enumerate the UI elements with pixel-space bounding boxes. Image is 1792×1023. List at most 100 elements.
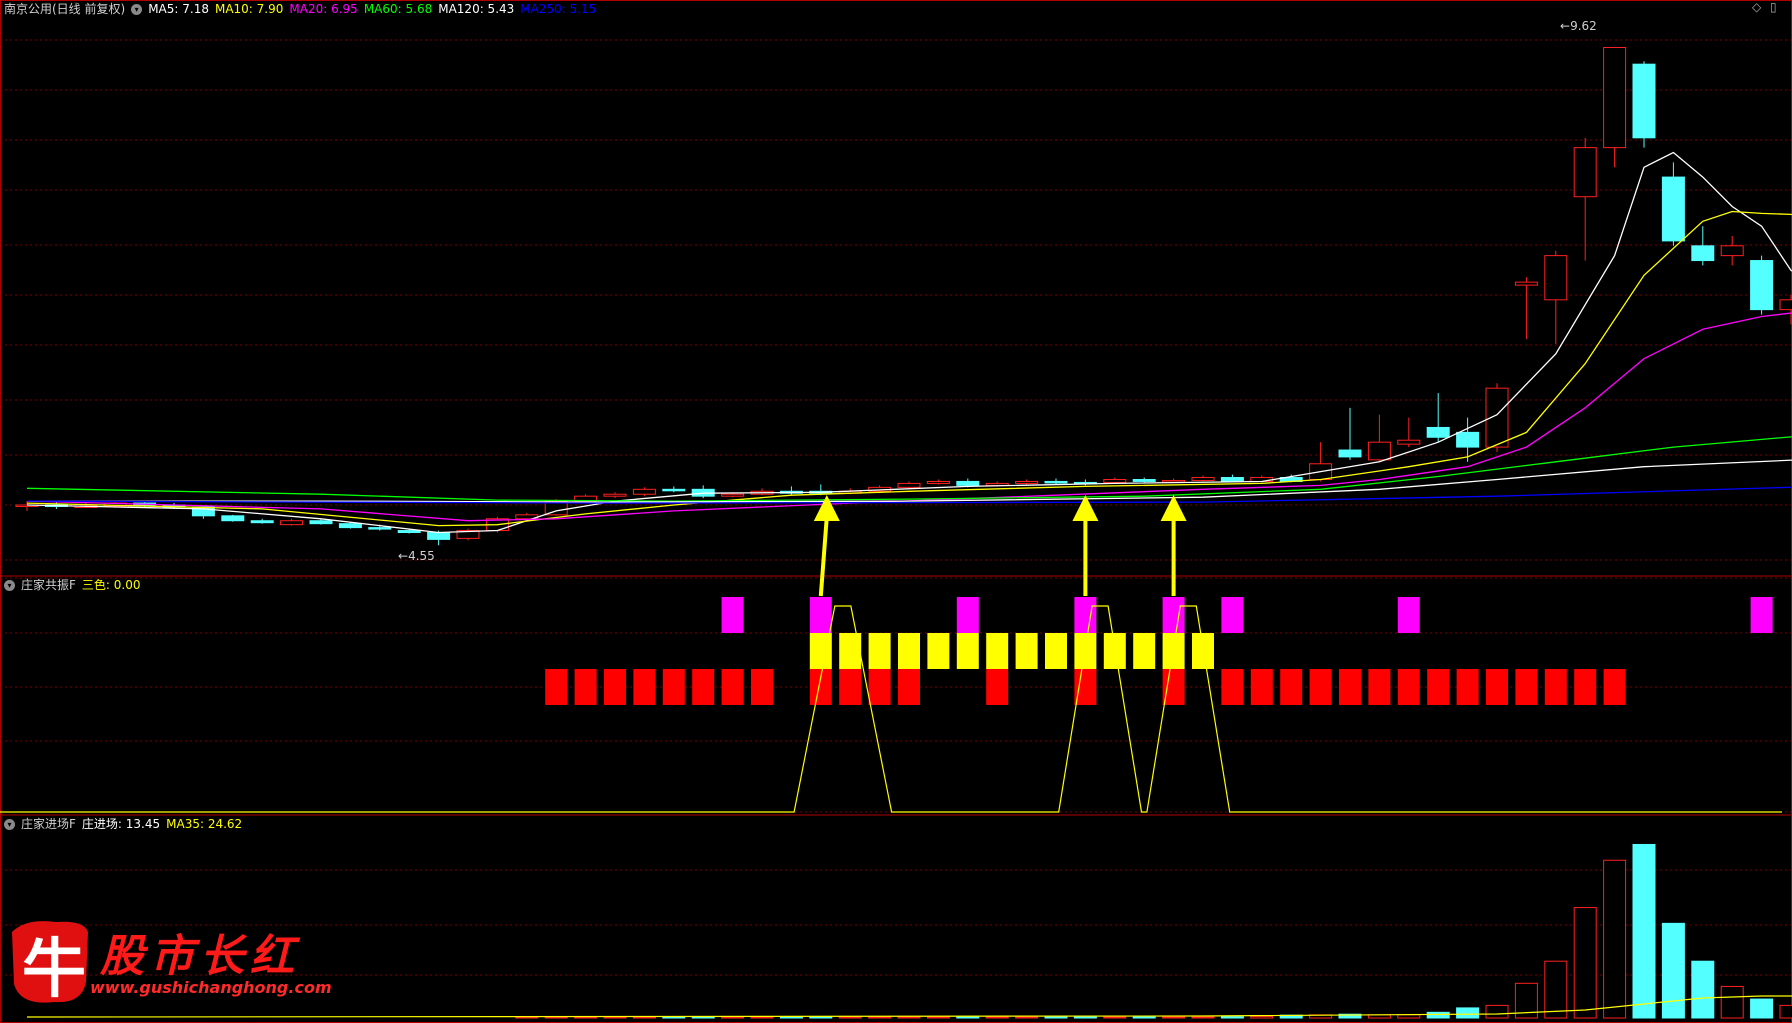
signal-bar-magenta [956, 597, 979, 633]
candle-body [1514, 281, 1538, 286]
signal-bar-red [1368, 669, 1391, 705]
chevron-down-icon[interactable]: ▾ [131, 3, 143, 15]
volume-bar [662, 1016, 686, 1019]
signal-bar-red [1456, 669, 1479, 705]
candle-body [1661, 176, 1685, 242]
chevron-down-icon[interactable]: ▾ [4, 579, 15, 591]
candle-body [1367, 441, 1391, 461]
volume-bar [1073, 1016, 1097, 1019]
volume-panel-header: ▾ 庄家进场F 庄进场: 13.45 MA35: 24.62 [4, 816, 242, 832]
signal-panel [0, 597, 1782, 813]
signal-bar-red [868, 669, 891, 705]
signal-bar-red [1486, 669, 1508, 705]
candle-body [250, 520, 274, 524]
volume-bar [721, 1016, 745, 1019]
signal-arrows [813, 495, 1187, 597]
volume-bar [1485, 1004, 1509, 1019]
candle-body [1779, 299, 1792, 311]
volume-bar [985, 1016, 1009, 1019]
window-icon[interactable]: ▯ [1770, 0, 1777, 14]
ma-line-ma5 [26, 151, 1792, 534]
signal-bar-red [662, 669, 685, 705]
candle-body [1338, 449, 1362, 458]
signal-arrow [818, 516, 829, 597]
signal-bar-red [1250, 669, 1273, 705]
volume-bar [1015, 1016, 1039, 1019]
signal-bar-red [604, 669, 626, 705]
candle-body [1044, 480, 1068, 484]
signal-bar-red [633, 669, 656, 705]
volume-bar [1132, 1016, 1156, 1019]
signal-bar-magenta [1221, 597, 1244, 633]
candle-body [1397, 439, 1421, 445]
signal-bar-red [1515, 669, 1538, 705]
signal-bar-red [898, 669, 920, 705]
signal-arrow-head [813, 495, 840, 521]
signal-bar-red [545, 669, 568, 705]
volume-bar [1779, 1004, 1792, 1019]
candle-body [1632, 63, 1656, 139]
candle-body [1603, 46, 1627, 149]
volume-bar [1544, 960, 1568, 1019]
candle-body [368, 527, 392, 530]
legend-item: MA10: 7.90 [214, 2, 284, 16]
legend-item: MA60: 5.68 [363, 2, 433, 16]
candle-body [338, 523, 362, 529]
volume-bar [926, 1016, 950, 1019]
chart-canvas [0, 0, 1792, 1023]
candle-body [397, 530, 421, 534]
legend-item: 庄进场: 13.45 [81, 817, 161, 831]
moving-average-lines [26, 151, 1792, 534]
legend-item: MA250: 5.15 [520, 2, 597, 16]
volume-bar [750, 1016, 774, 1019]
signal-bar-red [1309, 669, 1332, 705]
candle-body [1220, 477, 1244, 482]
candle-body [926, 480, 950, 484]
signal-bar-yellow [927, 633, 950, 669]
signal-bar-red [1574, 669, 1597, 705]
signal-panel-title: 庄家共振F [21, 578, 76, 592]
low-price-label: ←4.55 [398, 549, 435, 563]
candle-body [1691, 245, 1715, 262]
candle-body [721, 493, 745, 497]
signal-bar-magenta [1074, 597, 1097, 633]
signal-panel-header: ▾ 庄家共振F 三色: 0.00 [4, 577, 140, 593]
volume-bar [1044, 1016, 1068, 1019]
volume-bar [1191, 1016, 1215, 1019]
signal-bar-yellow [986, 633, 1009, 669]
signal-bar-yellow [1045, 633, 1067, 669]
high-price-label: ←9.62 [1560, 19, 1597, 33]
volume-bar [1573, 907, 1597, 1019]
legend-item: MA5: 7.18 [148, 2, 209, 16]
volume-bar [1103, 1016, 1127, 1019]
volume-bar [897, 1016, 921, 1019]
candle-body [897, 482, 921, 488]
signal-bar-red [1544, 669, 1567, 705]
diamond-icon[interactable]: ◇ [1752, 0, 1761, 14]
signal-bar-red [1162, 669, 1185, 705]
logo-name: 股市长红 [100, 931, 300, 982]
signal-bar-red [1074, 669, 1097, 705]
signal-bar-red [1221, 669, 1244, 705]
volume-bar [544, 1016, 568, 1019]
candle-body [280, 520, 304, 526]
signal-bar-red [1280, 669, 1303, 705]
candle-body [1456, 431, 1480, 448]
candle-body [1103, 478, 1127, 483]
signal-bar-red [1397, 669, 1420, 705]
candle-body [1573, 147, 1597, 198]
chevron-down-icon[interactable]: ▾ [4, 818, 15, 830]
candle-body [1162, 479, 1186, 483]
volume-bar [1456, 1007, 1480, 1019]
volume-bar [956, 1016, 980, 1019]
volume-bar [574, 1016, 598, 1019]
candle-body [1015, 480, 1039, 484]
signal-bar-yellow [1015, 633, 1038, 669]
volume-bar [603, 1016, 627, 1019]
volume-bar [809, 1016, 833, 1019]
candle-body [1426, 426, 1450, 438]
signal-bar-red [692, 669, 715, 705]
signal-bar-magenta [1397, 597, 1420, 633]
logo-url[interactable]: www.gushichanghong.com [90, 978, 332, 997]
volume-bar [515, 1016, 539, 1019]
